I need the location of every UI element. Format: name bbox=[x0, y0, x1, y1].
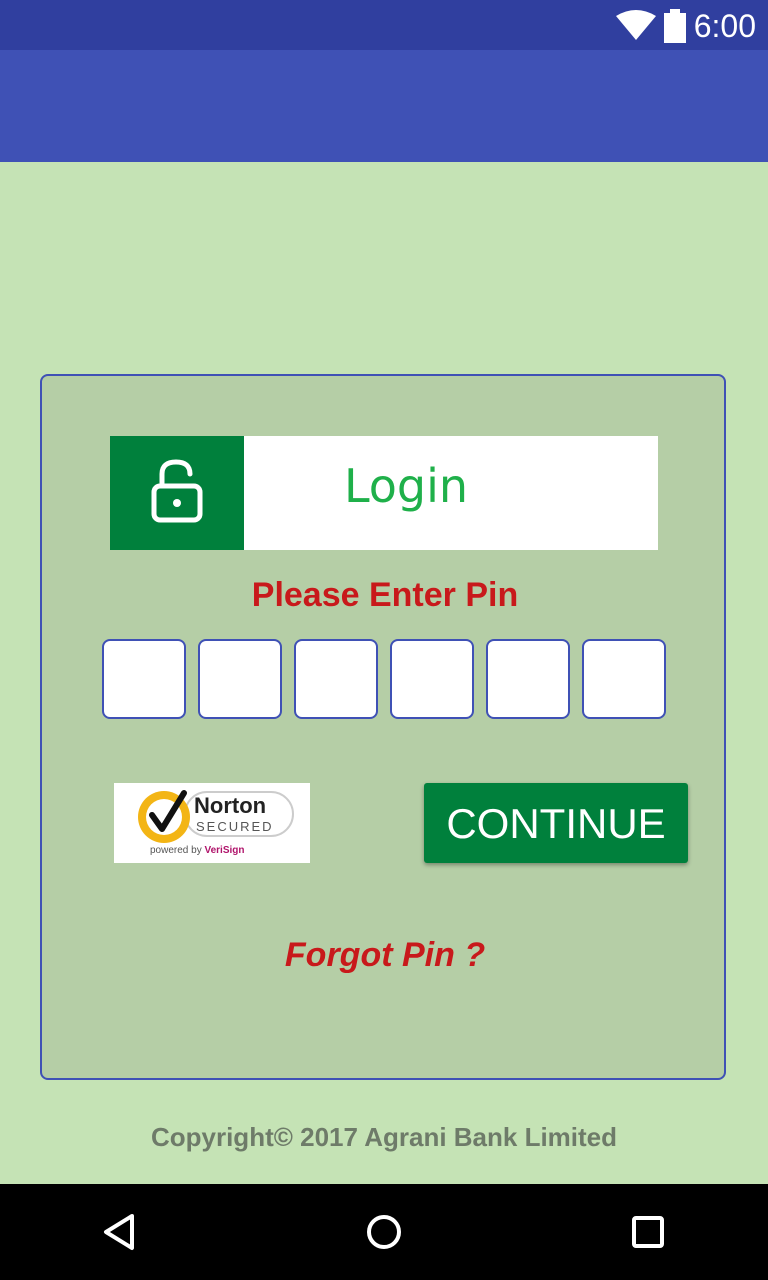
forgot-pin-link[interactable]: Forgot Pin ? bbox=[42, 936, 728, 975]
norton-brand: Norton bbox=[194, 793, 267, 818]
content-area: Login Please Enter Pin Norton SECURED po… bbox=[0, 162, 768, 1184]
status-time: 6:00 bbox=[693, 8, 756, 44]
norton-secured-text: SECURED bbox=[196, 819, 274, 834]
pin-digit-1[interactable] bbox=[102, 639, 186, 719]
wifi-icon bbox=[616, 10, 656, 40]
navigation-bar bbox=[0, 1184, 768, 1280]
pin-digit-3[interactable] bbox=[294, 639, 378, 719]
home-icon[interactable] bbox=[360, 1208, 408, 1256]
norton-secured-badge: Norton SECURED powered by VeriSign bbox=[114, 783, 310, 863]
copyright-text: Copyright© 2017 Agrani Bank Limited bbox=[150, 1122, 618, 1152]
norton-powered-by: powered by VeriSign bbox=[150, 845, 245, 856]
pin-input-row bbox=[102, 639, 668, 721]
pin-prompt: Please Enter Pin bbox=[251, 576, 519, 614]
back-icon[interactable] bbox=[96, 1208, 144, 1256]
pin-digit-5[interactable] bbox=[486, 639, 570, 719]
status-bar: 6:00 bbox=[0, 0, 768, 50]
pin-digit-4[interactable] bbox=[390, 639, 474, 719]
app-bar bbox=[0, 50, 768, 162]
continue-button[interactable]: CONTINUE bbox=[424, 783, 688, 863]
pin-digit-2[interactable] bbox=[198, 639, 282, 719]
norton-check-icon bbox=[138, 790, 190, 843]
login-banner: Login bbox=[110, 436, 658, 550]
login-title: Login bbox=[343, 459, 469, 513]
unlock-icon bbox=[151, 459, 203, 523]
battery-icon bbox=[664, 9, 686, 43]
recents-icon[interactable] bbox=[624, 1208, 672, 1256]
login-card: Login Please Enter Pin Norton SECURED po… bbox=[40, 374, 726, 1080]
pin-digit-6[interactable] bbox=[582, 639, 666, 719]
lock-box bbox=[110, 436, 244, 550]
